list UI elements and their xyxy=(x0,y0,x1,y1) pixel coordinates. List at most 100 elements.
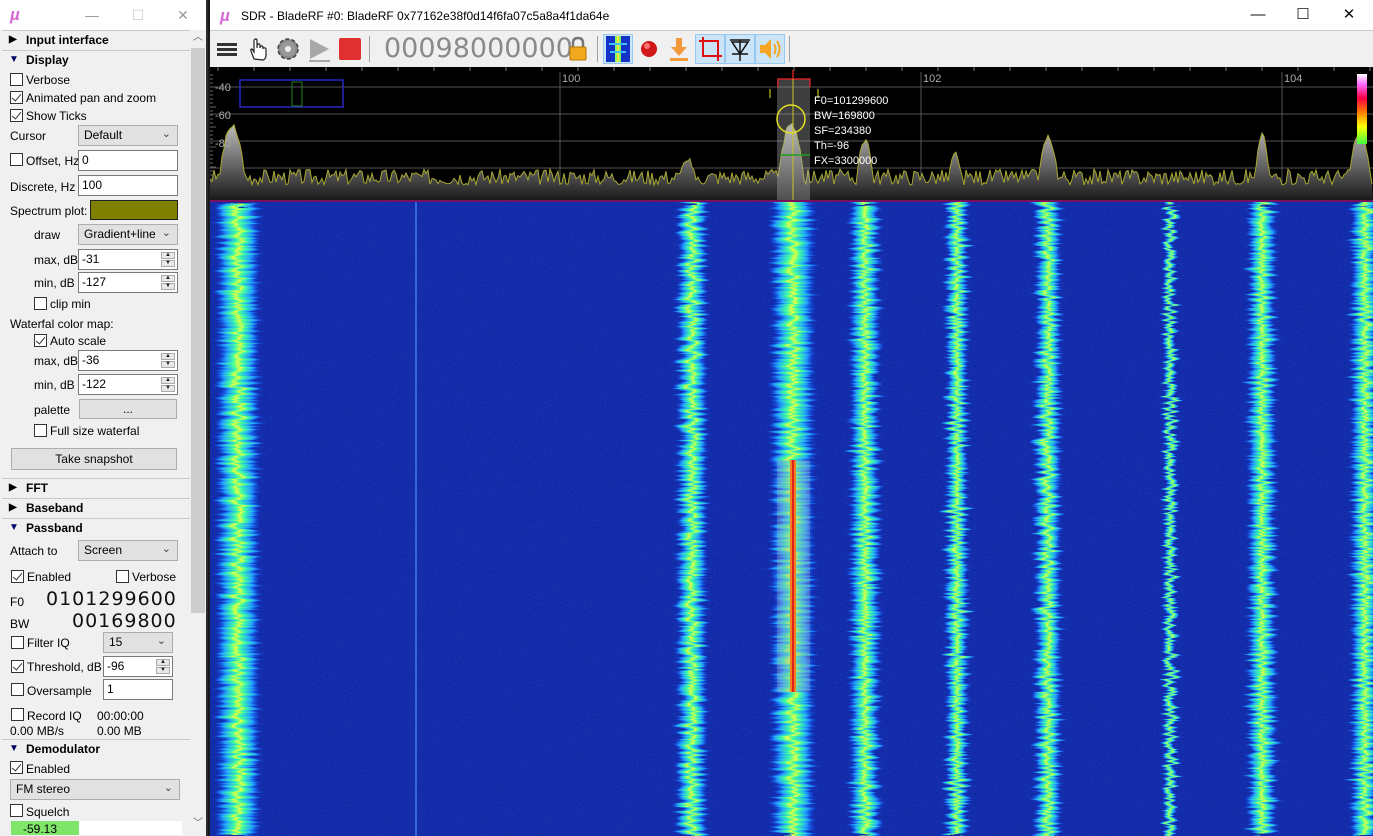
full-size-waterfall-checkbox[interactable] xyxy=(34,424,47,437)
draw-mode-select[interactable]: Gradient+line ⌄ xyxy=(78,224,178,245)
minimap-viewport[interactable] xyxy=(291,81,303,107)
record-icon[interactable] xyxy=(635,34,663,64)
waterfall-svg[interactable] xyxy=(210,202,1373,836)
bw-value[interactable]: 00169800 xyxy=(72,610,177,632)
signal-band xyxy=(1248,202,1276,836)
oversample-checkbox[interactable] xyxy=(11,683,24,696)
spin-arrows-icon[interactable]: ▲ ▼ xyxy=(161,377,175,392)
offset-checkbox[interactable] xyxy=(10,153,23,166)
speaker-icon[interactable] xyxy=(755,34,785,64)
spectrum-plot[interactable]: F0=101299600 BW=169800 SF=234380 Th=-96 FX=3… xyxy=(210,67,1373,202)
show-ticks-checkbox[interactable] xyxy=(10,109,23,122)
show-ticks-label: Show Ticks xyxy=(26,109,87,123)
cursor-select[interactable]: Default ⌄ xyxy=(78,125,178,146)
scrollbar-thumb[interactable] xyxy=(191,48,205,613)
discrete-label: Discrete, Hz xyxy=(10,180,76,194)
spin-arrows-icon[interactable]: ▲ ▼ xyxy=(161,252,175,267)
toolbar-separator xyxy=(369,36,370,62)
scroll-up-icon[interactable]: ︿ xyxy=(190,30,206,46)
diode-icon[interactable] xyxy=(725,34,755,64)
section-baseband[interactable]: ▶ Baseband xyxy=(2,498,190,517)
attach-to-select[interactable]: Screen ⌄ xyxy=(78,540,178,561)
squelch-checkbox[interactable] xyxy=(10,804,23,817)
record-iq-checkbox[interactable] xyxy=(11,708,24,721)
control-panel-scrollbar[interactable]: ︿ ﹀ xyxy=(190,30,206,832)
oversample-label: Oversample xyxy=(27,684,92,698)
x-tick-label: 102 xyxy=(923,73,941,85)
spin-arrows-icon[interactable]: ▲ ▼ xyxy=(161,353,175,368)
toolbar-separator xyxy=(789,36,790,62)
minimize-button[interactable]: — xyxy=(81,4,103,26)
gear-icon[interactable] xyxy=(274,34,302,64)
maximize-button[interactable]: ☐ xyxy=(127,4,149,26)
offset-input[interactable]: 0 xyxy=(78,150,178,171)
demod-enabled-checkbox[interactable] xyxy=(10,761,23,774)
lock-icon[interactable] xyxy=(564,34,592,64)
spectrum-color-button[interactable] xyxy=(90,200,178,220)
section-input-interface[interactable]: ▶ Input interface xyxy=(2,30,190,49)
clip-min-label: clip min xyxy=(50,297,91,311)
spin-arrows-icon[interactable]: ▲ ▼ xyxy=(156,659,170,674)
color-scale-bar xyxy=(1357,74,1367,144)
crop-icon[interactable] xyxy=(695,34,725,64)
max-db-value: -31 xyxy=(82,252,100,266)
waterfall-icon[interactable] xyxy=(603,34,633,64)
discrete-input[interactable]: 100 xyxy=(78,175,178,196)
expand-arrow-icon: ▶ xyxy=(9,482,17,493)
menu-icon[interactable] xyxy=(213,34,241,64)
threshold-spinbox[interactable]: -96 ▲ ▼ xyxy=(103,656,173,677)
wf-min-db-spinbox[interactable]: -122 ▲ ▼ xyxy=(78,374,178,395)
scroll-down-icon[interactable]: ﹀ xyxy=(190,816,206,832)
animated-pan-zoom-checkbox[interactable] xyxy=(10,91,23,104)
signal-level-bar: -59.13 xyxy=(11,821,182,835)
sdr-main-window: µ SDR - BladeRF #0: BladeRF 0x77162e38f0… xyxy=(210,0,1373,836)
palette-label: palette xyxy=(34,403,71,417)
palette-button[interactable]: ... xyxy=(79,399,177,419)
maximize-button[interactable]: ☐ xyxy=(1288,4,1318,26)
minimize-button[interactable]: — xyxy=(1243,4,1273,26)
threshold-checkbox[interactable] xyxy=(11,660,24,673)
take-snapshot-button[interactable]: Take snapshot xyxy=(11,448,177,470)
wf-min-db-value: -122 xyxy=(82,377,107,391)
stop-icon[interactable] xyxy=(336,34,364,64)
clip-min-checkbox[interactable] xyxy=(34,297,47,310)
filter-iq-select[interactable]: 15 ⌄ xyxy=(103,632,173,653)
min-db-value: -127 xyxy=(82,275,107,289)
passband-enabled-checkbox[interactable] xyxy=(11,570,24,583)
wf-max-db-spinbox[interactable]: -36 ▲ ▼ xyxy=(78,350,178,371)
passband-verbose-checkbox[interactable] xyxy=(116,570,129,583)
max-db-label: max, dB xyxy=(34,253,79,267)
demod-mode-select[interactable]: FM stereo ⌄ xyxy=(10,779,180,800)
download-icon[interactable] xyxy=(665,34,693,64)
min-db-spinbox[interactable]: -127 ▲ ▼ xyxy=(78,272,178,293)
spectrum-svg[interactable]: F0=101299600 BW=169800 SF=234380 Th=-96 FX=3… xyxy=(210,67,1373,202)
max-db-spinbox[interactable]: -31 ▲ ▼ xyxy=(78,249,178,270)
demod-mode-value: FM stereo xyxy=(16,782,71,796)
passband-info-line: Th=-96 xyxy=(814,140,849,152)
auto-scale-checkbox[interactable] xyxy=(34,334,47,347)
section-demodulator[interactable]: ▼ Demodulator xyxy=(2,739,190,758)
oversample-input[interactable]: 1 xyxy=(103,679,173,700)
section-label: Passband xyxy=(26,521,83,535)
f0-value[interactable]: 0101299600 xyxy=(46,588,177,610)
play-icon[interactable] xyxy=(306,34,334,64)
attach-to-value: Screen xyxy=(84,543,123,557)
expand-arrow-icon: ▶ xyxy=(9,34,17,45)
section-fft[interactable]: ▶ FFT xyxy=(2,478,190,497)
waterfall-display[interactable] xyxy=(210,202,1373,836)
spin-arrows-icon[interactable]: ▲ ▼ xyxy=(161,275,175,290)
hand-icon[interactable] xyxy=(244,34,272,64)
close-button[interactable]: ✕ xyxy=(172,4,194,26)
section-label: Input interface xyxy=(26,33,109,47)
verbose-checkbox[interactable] xyxy=(10,73,23,86)
close-button[interactable]: ✕ xyxy=(1334,4,1364,26)
section-label: Display xyxy=(26,53,69,67)
filter-iq-checkbox[interactable] xyxy=(11,636,24,649)
center-frequency-display[interactable]: 00098000000 xyxy=(384,33,573,64)
section-passband[interactable]: ▼ Passband xyxy=(2,518,190,537)
passband-info-line: BW=169800 xyxy=(814,110,875,122)
section-display[interactable]: ▼ Display xyxy=(2,50,190,69)
cursor-value: Default xyxy=(84,128,123,142)
signal-level-value: -59.13 xyxy=(23,822,58,835)
control-panel-window: µ — ☐ ✕ ▶ Input interface ▼ Display Verb… xyxy=(0,0,208,836)
